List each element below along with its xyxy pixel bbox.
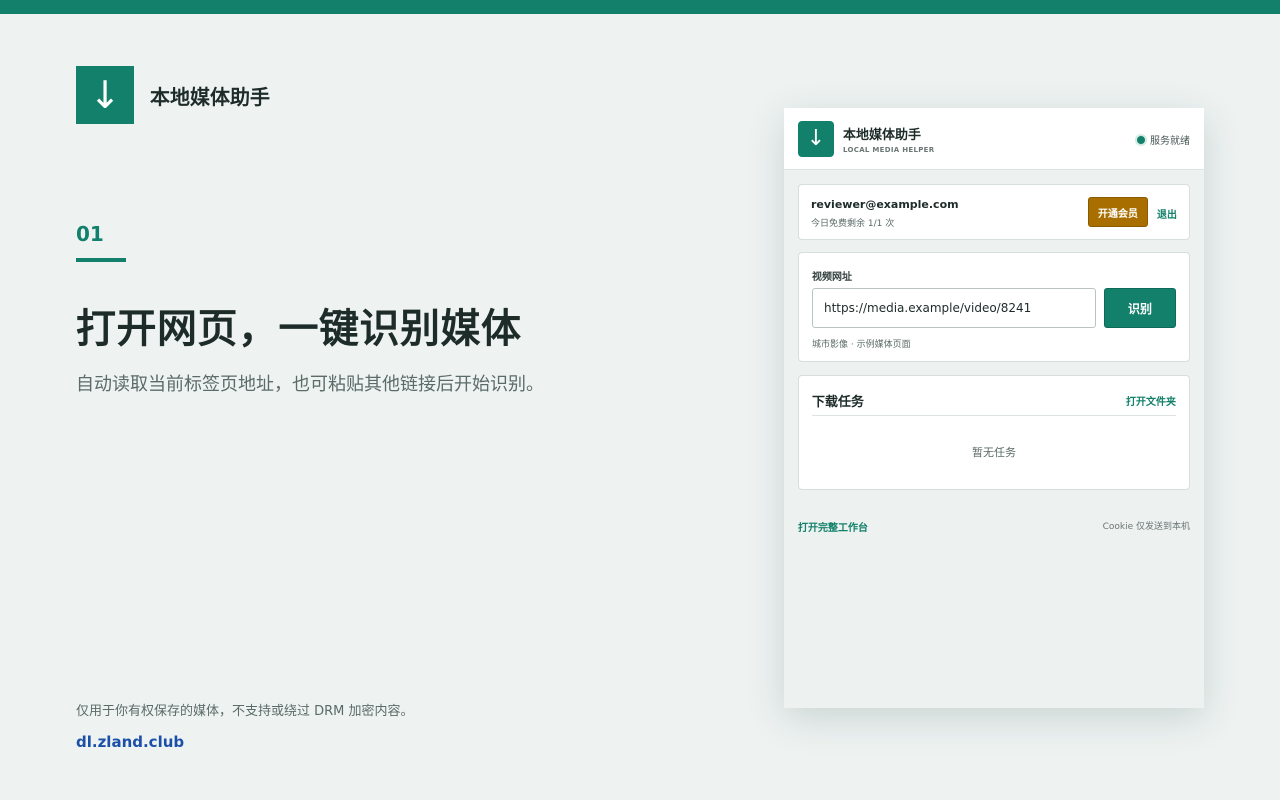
- popup-titles: 本地媒体助手 LOCAL MEDIA HELPER: [843, 124, 934, 154]
- download-arrow-icon: ↓: [76, 66, 134, 124]
- tasks-divider: [812, 415, 1176, 416]
- url-input[interactable]: [812, 288, 1096, 328]
- brand-name: 本地媒体助手: [150, 84, 270, 109]
- popup-title: 本地媒体助手: [843, 127, 922, 143]
- account-card: reviewer@example.com 今日免费剩余 1/1 次 开通会员 退…: [798, 184, 1190, 240]
- step-number: 01: [76, 222, 104, 246]
- hero-headline: 打开网页，一键识别媒体: [76, 306, 522, 352]
- url-card: 视频网址 识别 城市影像 · 示例媒体页面: [798, 252, 1190, 362]
- logout-link[interactable]: 退出: [1157, 206, 1177, 221]
- detect-button[interactable]: 识别: [1104, 288, 1176, 328]
- top-accent-bar: [0, 0, 1280, 14]
- site-link[interactable]: dl.zland.club: [76, 733, 184, 751]
- account-email: reviewer@example.com: [811, 198, 959, 211]
- tasks-empty-state: 暂无任务: [972, 446, 1016, 459]
- hero-subline: 自动读取当前标签页地址，也可粘贴其他链接后开始识别。: [76, 374, 544, 395]
- disclaimer: 仅用于你有权保存的媒体，不支持或绕过 DRM 加密内容。: [76, 704, 414, 719]
- extension-popup: ↓ 本地媒体助手 LOCAL MEDIA HELPER 服务就绪 reviewe…: [784, 108, 1204, 708]
- open-folder-link[interactable]: 打开文件夹: [1126, 393, 1176, 408]
- download-arrow-icon: ↓: [798, 120, 834, 157]
- cookie-note: Cookie 仅发送到本机: [1102, 522, 1190, 532]
- brand: ↓ 本地媒体助手: [76, 66, 270, 124]
- account-quota: 今日免费剩余 1/1 次: [811, 219, 895, 229]
- popup-subtitle: LOCAL MEDIA HELPER: [843, 145, 935, 154]
- status-text: 服务就绪: [1150, 136, 1190, 147]
- service-status: 服务就绪: [1137, 132, 1190, 147]
- tasks-card: 下载任务 打开文件夹 暂无任务: [798, 375, 1190, 490]
- step-underline: [76, 258, 126, 262]
- url-label: 视频网址: [812, 272, 852, 283]
- tasks-title: 下载任务: [812, 395, 865, 410]
- open-workbench-link[interactable]: 打开完整工作台: [798, 519, 868, 534]
- url-hint: 城市影像 · 示例媒体页面: [812, 340, 911, 350]
- vip-button[interactable]: 开通会员: [1088, 197, 1148, 227]
- popup-header: ↓ 本地媒体助手 LOCAL MEDIA HELPER 服务就绪: [784, 108, 1204, 170]
- status-dot-icon: [1137, 135, 1145, 144]
